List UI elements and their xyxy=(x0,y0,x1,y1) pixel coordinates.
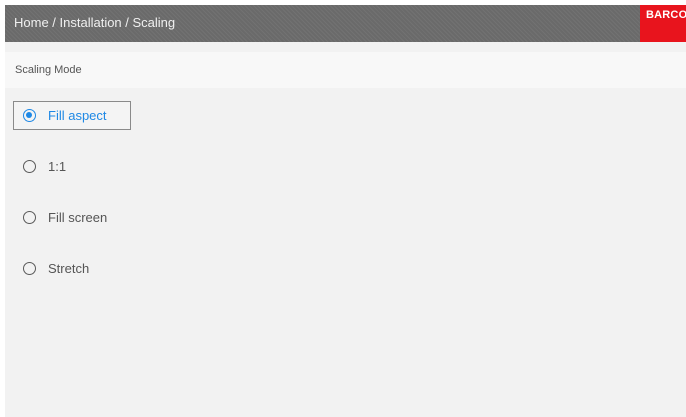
option-label: 1:1 xyxy=(48,159,67,174)
section-header: Scaling Mode xyxy=(5,52,686,88)
section-title: Scaling Mode xyxy=(15,64,82,76)
option-label: Fill screen xyxy=(48,210,108,225)
barco-logo: BARCO xyxy=(640,5,686,42)
option-label: Stretch xyxy=(48,261,90,276)
option-1-1[interactable]: 1:1 xyxy=(13,152,131,181)
radio-selected-icon[interactable] xyxy=(23,109,36,122)
radio-unselected-icon[interactable] xyxy=(23,262,36,275)
title-bar: Home / Installation / Scaling BARCO xyxy=(5,5,686,42)
option-fill-screen[interactable]: Fill screen xyxy=(13,203,131,232)
breadcrumb: Home / Installation / Scaling xyxy=(14,15,176,30)
radio-dot xyxy=(26,112,32,118)
option-stretch[interactable]: Stretch xyxy=(13,254,131,283)
scaling-screen: Home / Installation / Scaling BARCO Scal… xyxy=(5,5,686,417)
option-fill-aspect[interactable]: Fill aspect xyxy=(13,101,131,130)
logo-text: BARCO xyxy=(646,9,686,21)
option-label: Fill aspect xyxy=(48,108,107,123)
radio-unselected-icon[interactable] xyxy=(23,160,36,173)
radio-unselected-icon[interactable] xyxy=(23,211,36,224)
